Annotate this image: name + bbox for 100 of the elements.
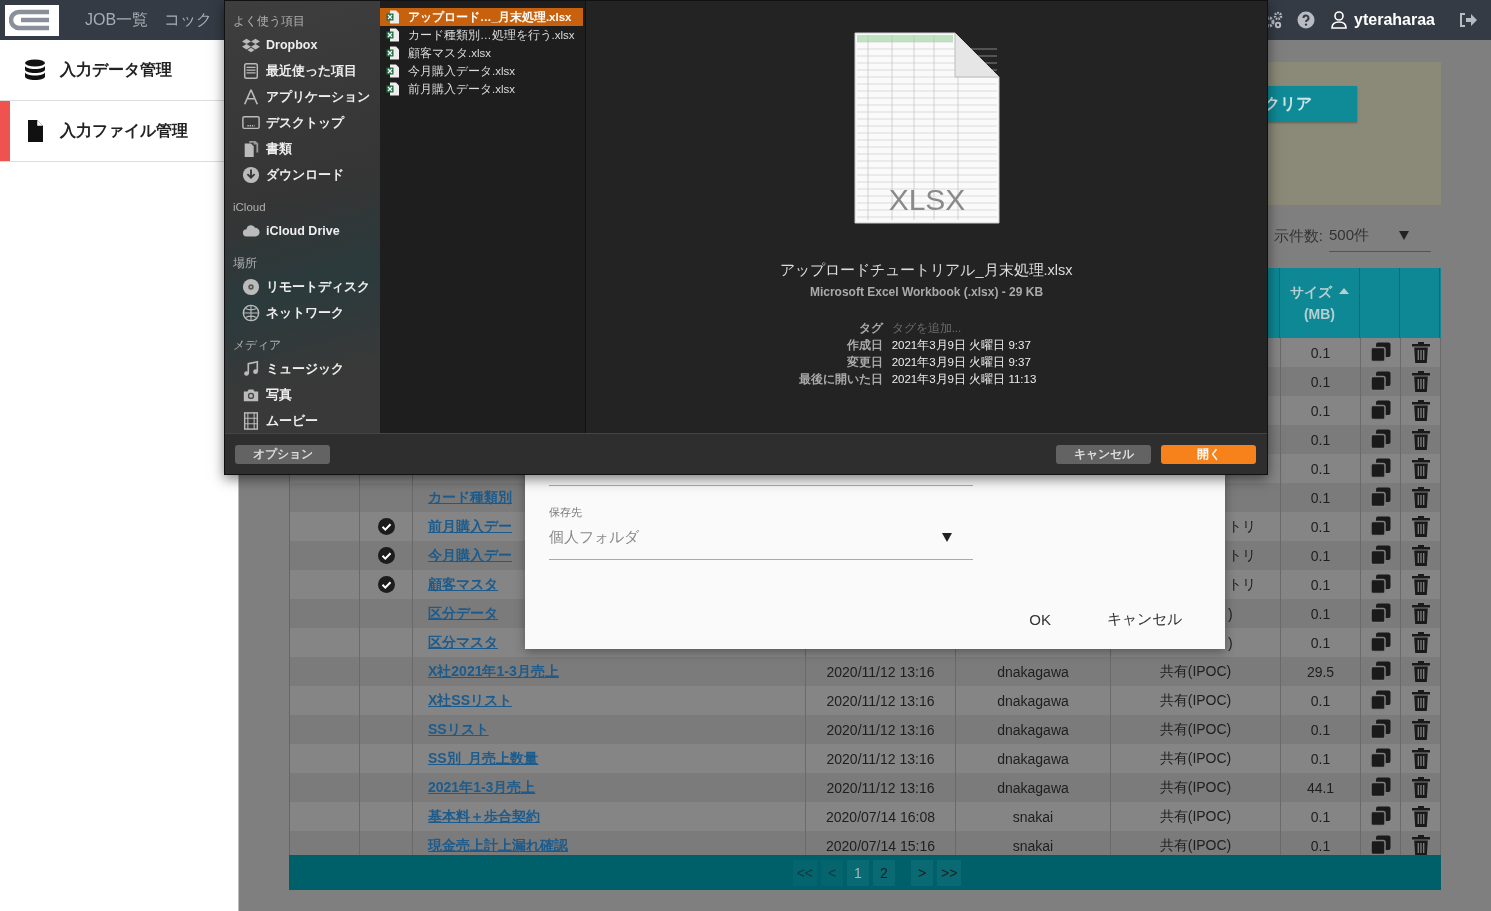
info-value: 2021年3月9日 火曜日 9:37 — [891, 338, 1032, 353]
check-circle-icon[interactable] — [377, 547, 395, 564]
table-cell: 2020/11/12 13:16 — [826, 721, 935, 738]
trash-icon[interactable] — [1411, 400, 1430, 421]
copy-icon[interactable] — [1370, 574, 1391, 595]
copy-icon[interactable] — [1370, 603, 1391, 624]
info-label: 最後に開いた日 — [798, 372, 883, 387]
film-icon — [242, 412, 260, 430]
dropdown-arrow-icon — [942, 533, 952, 542]
trash-icon[interactable] — [1411, 719, 1430, 740]
table-cell: ) — [1228, 634, 1233, 651]
table-cell: 44.1 — [1306, 779, 1335, 796]
tray-icon — [242, 62, 260, 80]
trash-icon[interactable] — [1411, 545, 1430, 566]
database-icon — [23, 58, 47, 82]
table-cell: 0.1 — [1310, 605, 1331, 622]
file-item[interactable]: アップロード…_月末処理.xlsx — [380, 8, 583, 26]
copy-icon[interactable] — [1370, 806, 1391, 827]
trash-icon[interactable] — [1411, 690, 1430, 711]
copy-icon[interactable] — [1370, 661, 1391, 682]
copy-icon[interactable] — [1370, 545, 1391, 566]
trash-icon[interactable] — [1411, 487, 1430, 508]
check-circle-icon[interactable] — [377, 518, 395, 535]
trash-icon[interactable] — [1411, 748, 1430, 769]
file-item[interactable]: 顧客マスタ.xlsx — [380, 44, 583, 62]
dialog-button[interactable]: オプション — [235, 444, 330, 464]
trash-icon[interactable] — [1411, 458, 1430, 479]
trash-icon[interactable] — [1411, 806, 1430, 827]
info-value: 2021年3月9日 火曜日 9:37 — [891, 355, 1032, 370]
nav-link[interactable]: JOB一覧 — [85, 9, 149, 31]
page-button[interactable]: > — [911, 859, 933, 886]
table-cell: 0.1 — [1310, 373, 1331, 390]
sidebar-item[interactable]: 入力ファイル管理 — [0, 101, 238, 162]
copy-icon[interactable] — [1370, 429, 1391, 450]
copy-icon[interactable] — [1370, 487, 1391, 508]
file-item[interactable]: 前月購入データ.xlsx — [380, 80, 583, 98]
copy-icon[interactable] — [1370, 400, 1391, 421]
trash-icon[interactable] — [1411, 777, 1430, 798]
trash-icon[interactable] — [1411, 603, 1430, 624]
info-label: 変更日 — [845, 355, 883, 370]
copy-icon[interactable] — [1370, 690, 1391, 711]
dialog-button[interactable]: 開く — [1161, 444, 1256, 464]
check-circle-icon[interactable] — [377, 576, 395, 593]
dialog-button[interactable]: キャンセル — [1101, 610, 1188, 629]
trash-icon[interactable] — [1411, 429, 1430, 450]
file-item[interactable]: カード種類別…処理を行う.xlsx — [380, 26, 583, 44]
copy-icon[interactable] — [1370, 342, 1391, 363]
places-item[interactable]: リモートディスク — [233, 274, 380, 300]
trash-icon[interactable] — [1411, 342, 1430, 363]
trash-icon[interactable] — [1411, 574, 1430, 595]
places-item[interactable]: ダウンロード — [233, 162, 380, 188]
logo-icon[interactable] — [5, 4, 59, 36]
section-heading: メディア — [233, 338, 282, 353]
table-cell-text: 共有(IPOC) — [1158, 807, 1233, 826]
tag-field[interactable]: タグを追加... — [891, 321, 1037, 336]
table-cell: 0.1 — [1310, 576, 1331, 593]
dialog-button[interactable]: キャンセル — [1056, 444, 1151, 464]
copy-icon[interactable] — [1370, 371, 1391, 392]
table-cell: トリ — [1228, 546, 1256, 565]
table-cell: 0.1 — [1310, 344, 1331, 361]
page-size-select[interactable]: 500件 — [1329, 221, 1431, 252]
copy-icon[interactable] — [1370, 777, 1391, 798]
places-item[interactable]: ムービー — [233, 408, 380, 434]
copy-icon[interactable] — [1370, 458, 1391, 479]
table-cell: 2020/07/14 15:16 — [826, 837, 935, 854]
table-cell: dnakagawa — [997, 663, 1069, 680]
table-cell: 0.1 — [1310, 460, 1331, 477]
trash-icon[interactable] — [1411, 516, 1430, 537]
dropbox-icon — [242, 36, 260, 54]
copy-icon[interactable] — [1370, 748, 1391, 769]
trash-icon[interactable] — [1411, 632, 1430, 653]
places-item[interactable]: iCloud Drive — [233, 218, 380, 244]
dialog-button[interactable]: OK — [1023, 610, 1057, 629]
folder-select[interactable]: 個人フォルダ — [549, 520, 973, 560]
table-cell: 0.1 — [1310, 750, 1331, 767]
music-note-icon — [242, 360, 260, 378]
logout-icon[interactable] — [1459, 12, 1477, 28]
file-type-label: XLSX — [888, 183, 965, 216]
user-name[interactable]: yteraharaa — [1354, 11, 1435, 29]
trash-icon[interactable] — [1411, 835, 1430, 855]
help-icon[interactable] — [1297, 11, 1316, 29]
copy-icon[interactable] — [1370, 835, 1391, 855]
places-item[interactable]: ミュージック — [233, 356, 380, 382]
spreadsheet-file-icon — [386, 46, 400, 60]
copy-icon[interactable] — [1370, 719, 1391, 740]
trash-icon[interactable] — [1411, 371, 1430, 392]
table-cell: 29.5 — [1306, 663, 1335, 680]
page-button[interactable]: >> — [937, 859, 962, 886]
file-item[interactable]: 今月購入データ.xlsx — [380, 62, 583, 80]
trash-icon[interactable] — [1411, 661, 1430, 682]
page-button[interactable]: 2 — [873, 859, 895, 886]
nav-link[interactable]: コック — [164, 9, 213, 31]
copy-icon[interactable] — [1370, 632, 1391, 653]
places-item[interactable]: ネットワーク — [233, 300, 380, 326]
user-icon[interactable] — [1331, 11, 1348, 29]
table-cell: 2020/11/12 13:16 — [826, 663, 935, 680]
table-cell: snakai — [1012, 837, 1054, 854]
copy-icon[interactable] — [1370, 516, 1391, 537]
page-button[interactable]: 1 — [847, 859, 869, 886]
places-item[interactable]: 写真 — [233, 382, 380, 408]
